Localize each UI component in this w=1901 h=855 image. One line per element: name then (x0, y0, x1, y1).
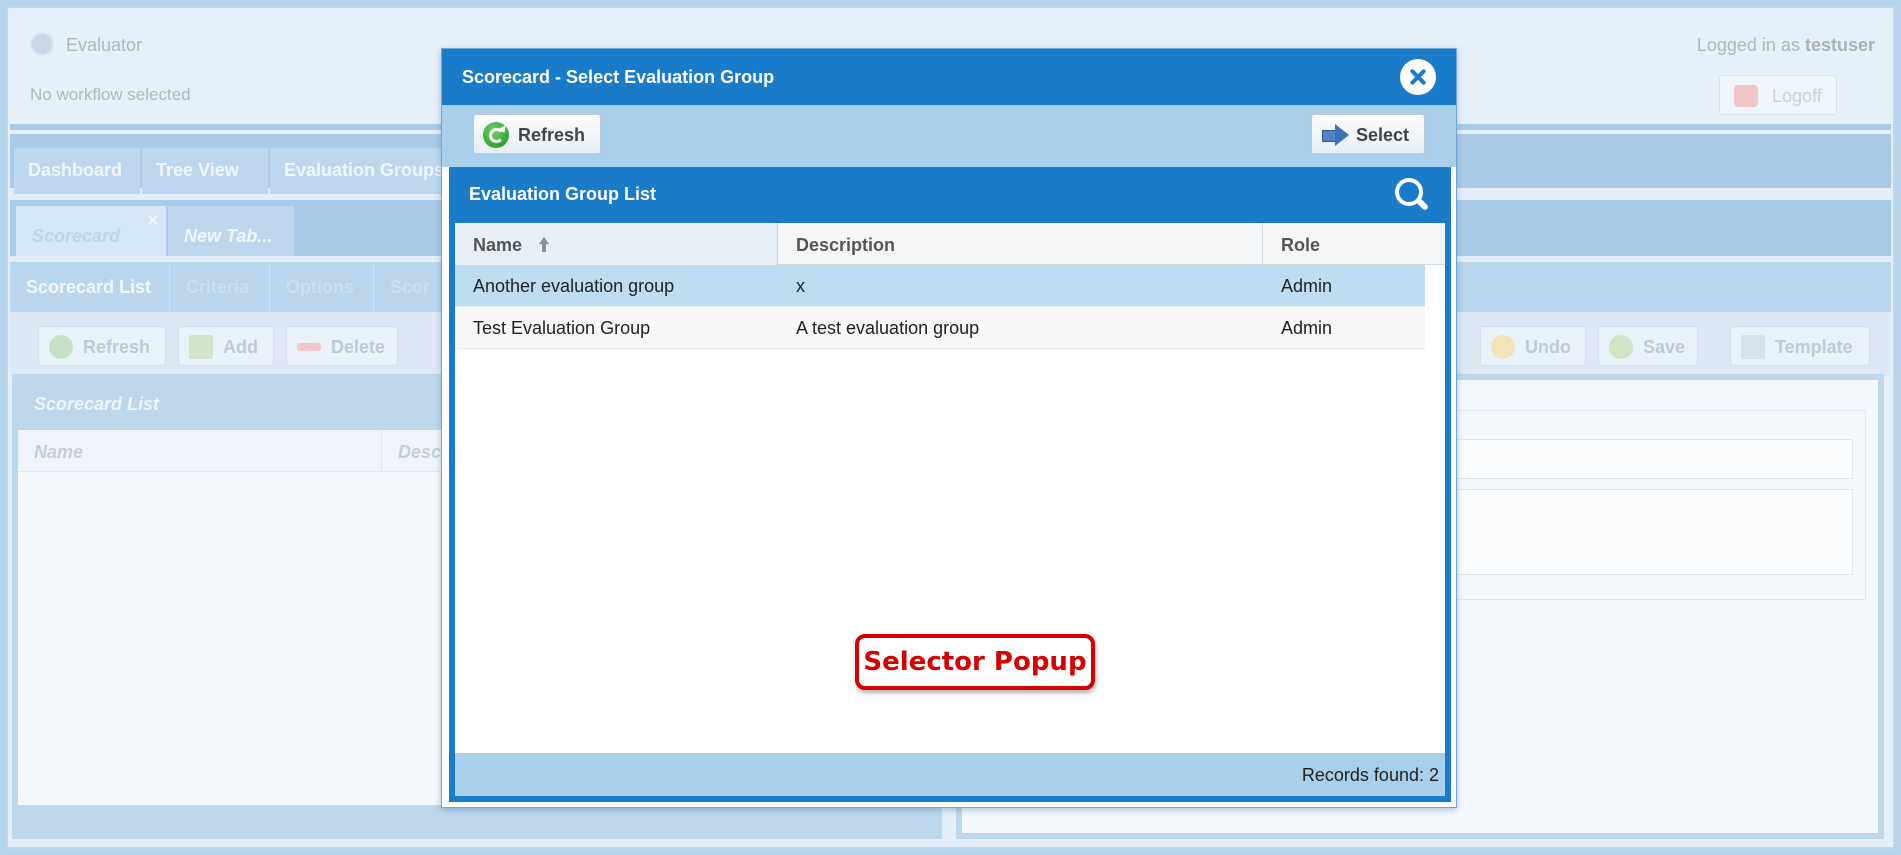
tab-tree-view[interactable]: Tree View (142, 148, 268, 194)
save-icon (1609, 335, 1633, 359)
search-icon[interactable] (1393, 176, 1431, 214)
dialog-toolbar: Refresh Select (442, 105, 1456, 167)
dialog-refresh-button[interactable]: Refresh (473, 114, 601, 154)
dialog-title: Scorecard - Select Evaluation Group (462, 67, 775, 87)
globe-icon (30, 32, 54, 56)
delete-label: Delete (331, 337, 386, 357)
dialog-select-label: Select (1356, 125, 1410, 145)
tab-dashboard[interactable]: Dashboard (14, 148, 140, 194)
col-name[interactable]: Name (34, 442, 83, 463)
records-found: Records found: 2 (1301, 765, 1439, 785)
undo-button[interactable]: Undo (1480, 326, 1586, 366)
delete-icon (297, 343, 321, 351)
tab-new[interactable]: New Tab... (168, 206, 294, 256)
username: testuser (1804, 35, 1875, 55)
add-icon (189, 335, 213, 359)
save-label: Save (1643, 337, 1686, 357)
select-arrow-icon (1322, 124, 1350, 146)
login-status: Logged in as testuser (1697, 35, 1875, 56)
cell-description: x (796, 276, 805, 296)
cell-name: Test Evaluation Group (473, 318, 651, 338)
close-tab-icon[interactable]: × (147, 210, 158, 231)
table-row[interactable]: Another evaluation group x Admin (455, 265, 1425, 307)
column-header-description[interactable]: Description (778, 223, 1263, 265)
grid-column-headers: Name Description Role (455, 223, 1445, 265)
tab-scorecard[interactable]: Scorecard × (16, 206, 166, 256)
cell-role: Admin (1281, 318, 1333, 338)
tab-scorecard-list[interactable]: Scorecard List (10, 262, 170, 312)
add-button[interactable]: Add (178, 326, 274, 366)
column-name-label: Name (473, 235, 523, 255)
add-label: Add (223, 337, 258, 357)
selector-popup-callout: Selector Popup (855, 634, 1095, 690)
dialog-header: Scorecard - Select Evaluation Group (442, 49, 1456, 105)
tab-options[interactable]: Options (270, 262, 374, 312)
grid-footer: Records found: 2 (455, 753, 1445, 796)
tab-evaluation-groups[interactable]: Evaluation Groups (270, 148, 460, 194)
power-icon (1734, 85, 1758, 107)
login-prefix: Logged in as (1696, 35, 1800, 55)
select-evaluation-group-dialog: Scorecard - Select Evaluation Group Refr… (441, 48, 1457, 808)
tab-criteria[interactable]: Criteria (170, 262, 270, 312)
workflow-status: No workflow selected (30, 85, 191, 104)
grid-body: Another evaluation group x Admin Test Ev… (455, 265, 1445, 753)
evaluation-group-grid: Evaluation Group List Name Description R… (449, 167, 1451, 802)
cell-description: A test evaluation group (796, 318, 980, 338)
table-row[interactable]: Test Evaluation Group A test evaluation … (455, 307, 1425, 349)
cell-name: Another evaluation group (473, 276, 675, 296)
undo-label: Undo (1525, 337, 1571, 357)
grid-header: Evaluation Group List (449, 167, 1451, 223)
cell-role: Admin (1281, 276, 1333, 296)
sort-up-icon (539, 237, 549, 253)
dialog-select-button[interactable]: Select (1311, 114, 1425, 154)
logoff-button[interactable]: Logoff (1719, 75, 1837, 115)
close-icon[interactable] (1400, 59, 1436, 95)
template-label: Template (1775, 337, 1853, 357)
column-header-name[interactable]: Name (455, 223, 778, 265)
refresh-icon (49, 335, 73, 359)
dialog-refresh-label: Refresh (518, 125, 586, 145)
refresh-icon (483, 122, 509, 148)
delete-button[interactable]: Delete (286, 326, 398, 366)
template-button[interactable]: Template (1730, 326, 1870, 366)
logoff-label: Logoff (1772, 86, 1822, 106)
panel-footer (18, 805, 936, 833)
column-header-role[interactable]: Role (1263, 223, 1445, 265)
template-icon (1741, 335, 1765, 359)
refresh-label: Refresh (83, 337, 151, 357)
refresh-button[interactable]: Refresh (38, 326, 166, 366)
undo-icon (1491, 335, 1515, 359)
tab-scorecard-label: Scorecard (32, 226, 121, 246)
app-title: Evaluator (66, 35, 143, 55)
grid-title: Evaluation Group List (469, 184, 657, 204)
save-button[interactable]: Save (1598, 326, 1698, 366)
